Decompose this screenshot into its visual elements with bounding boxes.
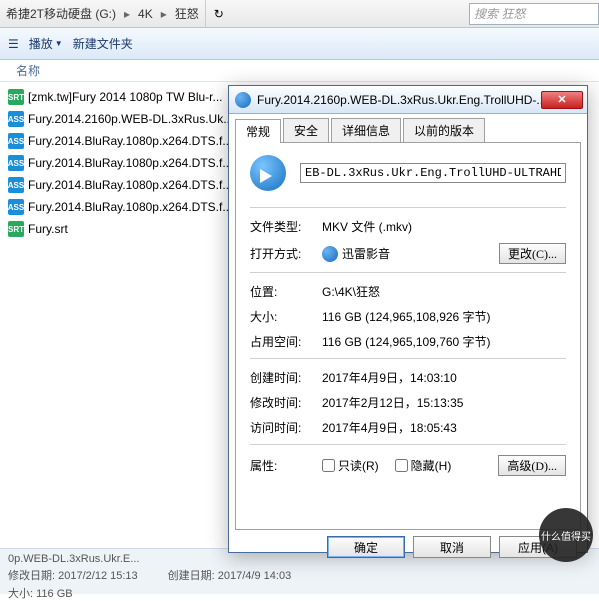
breadcrumb-seg[interactable]: 希捷2T移动硬盘 (G:) <box>0 5 122 22</box>
ok-button[interactable]: 确定 <box>327 536 405 558</box>
label-opens: 打开方式: <box>250 245 322 262</box>
label-location: 位置: <box>250 283 322 300</box>
readonly-checkbox[interactable]: 只读(R) <box>322 457 379 474</box>
tab-body: 文件类型:MKV 文件 (.mkv) 打开方式: 迅雷影音 更改(C)... 位… <box>235 142 581 530</box>
advanced-button[interactable]: 高级(D)... <box>498 455 566 476</box>
ass-icon: ASS <box>8 199 24 215</box>
change-button[interactable]: 更改(C)... <box>499 243 566 264</box>
player-icon <box>322 246 338 262</box>
dialog-titlebar[interactable]: Fury.2014.2160p.WEB-DL.3xRus.Ukr.Eng.Tro… <box>229 86 587 114</box>
watermark-badge: 什么值得买 <box>539 508 593 562</box>
new-folder-button[interactable]: 新建文件夹 <box>73 35 133 52</box>
ass-icon: ASS <box>8 111 24 127</box>
search-placeholder: 搜索 狂怒 <box>474 5 525 22</box>
value-modified: 2017年2月12日，15:13:35 <box>322 394 566 411</box>
tab-general[interactable]: 常规 <box>235 119 281 143</box>
chevron-right-icon: ▸ <box>122 7 132 21</box>
breadcrumb-seg[interactable]: 4K <box>132 7 159 21</box>
value-size: 116 GB (124,965,108,926 字节) <box>322 308 566 325</box>
play-button[interactable]: 播放▼ <box>29 35 63 52</box>
explorer-toolbar: ☰ 播放▼ 新建文件夹 <box>0 28 599 60</box>
properties-dialog: Fury.2014.2160p.WEB-DL.3xRus.Ukr.Eng.Tro… <box>228 85 588 553</box>
tab-details[interactable]: 详细信息 <box>331 118 401 142</box>
refresh-icon[interactable]: ↻ <box>205 0 232 27</box>
label-size: 大小: <box>250 308 322 325</box>
hidden-checkbox[interactable]: 隐藏(H) <box>395 457 452 474</box>
close-button[interactable]: ✕ <box>541 91 583 109</box>
tab-previous[interactable]: 以前的版本 <box>403 118 485 142</box>
filetype-icon <box>250 155 286 191</box>
value-ondisk: 116 GB (124,965,109,760 字节) <box>322 333 566 350</box>
ass-icon: ASS <box>8 133 24 149</box>
chevron-down-icon: ▼ <box>55 39 63 48</box>
value-location: G:\4K\狂怒 <box>322 283 566 300</box>
srt-icon: SRT <box>8 221 24 237</box>
address-bar: 希捷2T移动硬盘 (G:) ▸ 4K ▸ 狂怒 ↻ 搜索 狂怒 <box>0 0 599 28</box>
label-attributes: 属性: <box>250 457 322 474</box>
divider <box>250 207 566 208</box>
label-type: 文件类型: <box>250 218 322 235</box>
breadcrumb-seg[interactable]: 狂怒 <box>169 5 205 22</box>
label-created: 创建时间: <box>250 369 322 386</box>
cancel-button[interactable]: 取消 <box>413 536 491 558</box>
label-ondisk: 占用空间: <box>250 333 322 350</box>
divider <box>250 272 566 273</box>
srt-icon: SRT <box>8 89 24 105</box>
ass-icon: ASS <box>8 177 24 193</box>
dialog-title: Fury.2014.2160p.WEB-DL.3xRus.Ukr.Eng.Tro… <box>257 93 541 107</box>
app-icon <box>235 92 251 108</box>
divider <box>250 444 566 445</box>
value-accessed: 2017年4月9日，18:05:43 <box>322 419 566 436</box>
label-accessed: 访问时间: <box>250 419 322 436</box>
filename-input[interactable] <box>300 163 566 183</box>
label-modified: 修改时间: <box>250 394 322 411</box>
column-header[interactable]: 名称 <box>0 60 599 82</box>
search-input[interactable]: 搜索 狂怒 <box>469 3 599 25</box>
tab-strip: 常规 安全 详细信息 以前的版本 <box>229 114 587 142</box>
chevron-right-icon: ▸ <box>159 7 169 21</box>
value-type: MKV 文件 (.mkv) <box>322 218 566 235</box>
tab-security[interactable]: 安全 <box>283 118 329 142</box>
value-opens: 迅雷影音 <box>322 245 499 263</box>
dialog-buttons: 确定 取消 应用(A) <box>229 536 587 566</box>
value-created: 2017年4月9日，14:03:10 <box>322 369 566 386</box>
ass-icon: ASS <box>8 155 24 171</box>
divider <box>250 358 566 359</box>
col-name[interactable]: 名称 <box>8 62 48 79</box>
